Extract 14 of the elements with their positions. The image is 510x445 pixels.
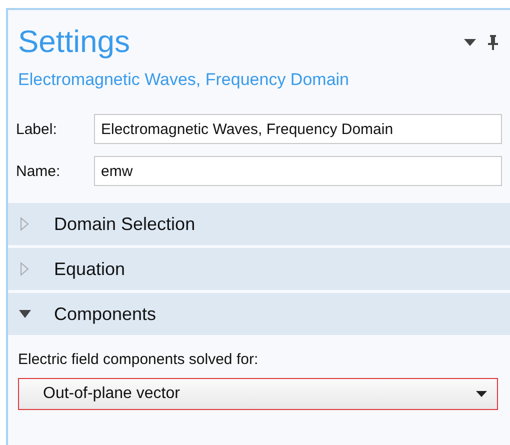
section-header[interactable]: Components <box>8 293 510 335</box>
pin-icon[interactable] <box>488 34 498 50</box>
section-header[interactable]: Domain Selection <box>8 203 510 245</box>
input-field[interactable]: emw <box>94 156 502 186</box>
components-label: Electric field components solved for: <box>17 350 260 368</box>
components-dropdown[interactable]: Out-of-plane vector <box>18 378 498 410</box>
field-label: Label: <box>16 120 58 138</box>
panel-subtitle: Electromagnetic Waves, Frequency Domain <box>17 69 350 90</box>
input-field[interactable]: Electromagnetic Waves, Frequency Domain <box>94 114 502 144</box>
section-header[interactable]: Equation <box>8 248 510 290</box>
panel-title: Settings <box>18 24 132 60</box>
caret-icon <box>476 391 487 397</box>
field-label: Name: <box>16 162 62 180</box>
dropdown-caret-icon[interactable] <box>464 38 476 46</box>
